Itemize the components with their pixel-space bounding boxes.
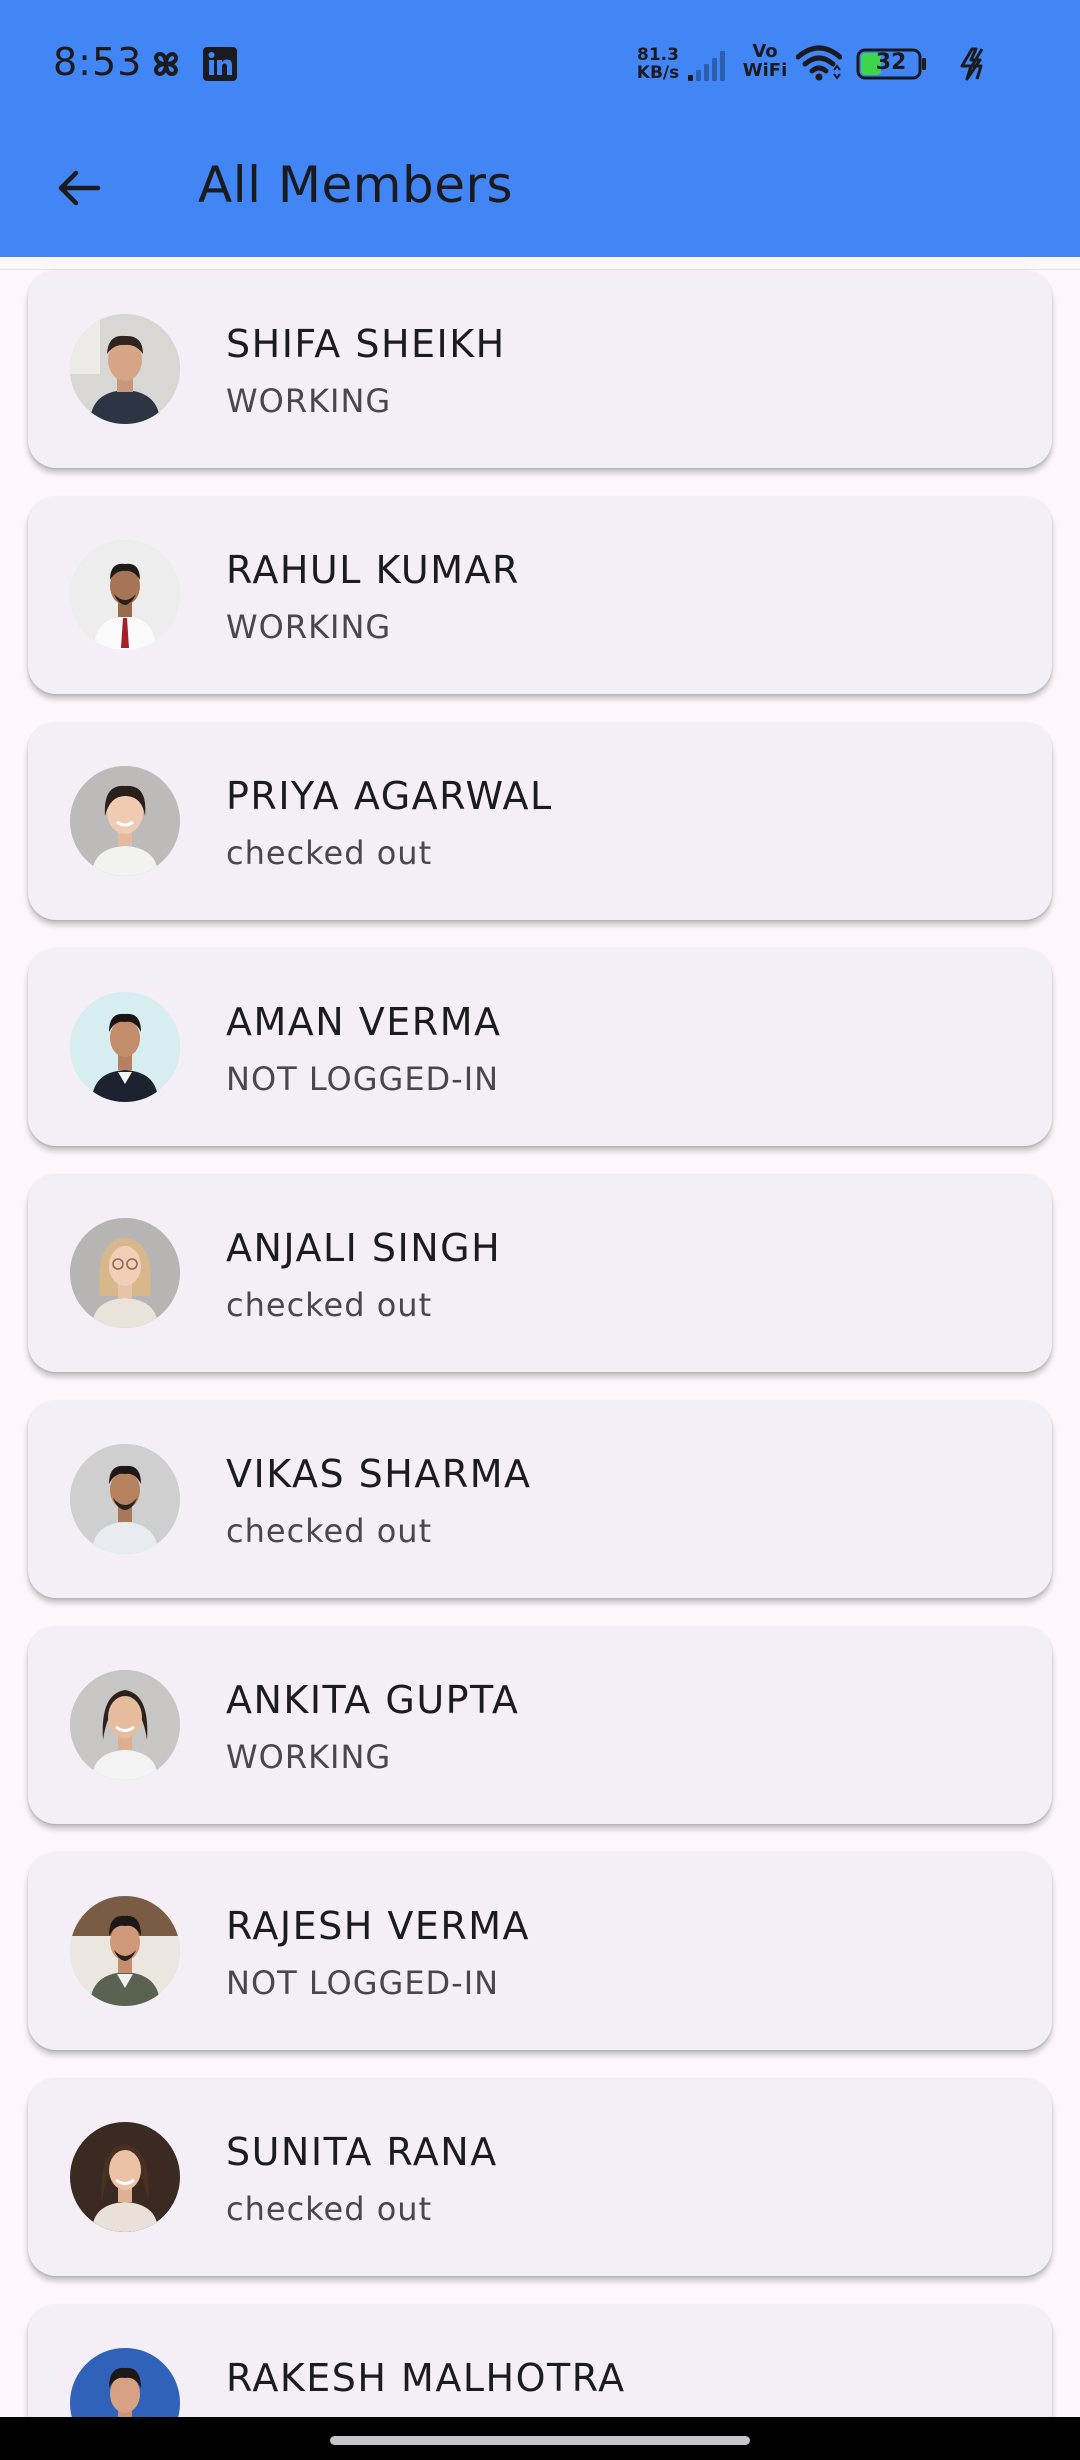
vo-label: Vo [752, 41, 778, 62]
avatar [70, 766, 180, 876]
member-name: ANKITA GUPTA [226, 1678, 520, 1722]
member-list[interactable]: SHIFA SHEIKH WORKING RAHUL KUMAR WORKING [0, 257, 1080, 2417]
home-gesture-handle[interactable] [330, 2436, 750, 2445]
member-name: RAKESH MALHOTRA [226, 2356, 626, 2400]
member-name: SHIFA SHEIKH [226, 322, 506, 366]
header: 8:53 81.3 KB/s Vo WiFi 32 All Members [0, 0, 1080, 257]
pinwheel-icon [148, 46, 184, 86]
charging-icon [958, 46, 992, 86]
vowifi-indicator: Vo WiFi [740, 42, 790, 80]
arrow-left-icon [54, 164, 102, 216]
network-speed-value: 81.3 [637, 45, 679, 65]
member-name: RAJESH VERMA [226, 1904, 531, 1948]
network-speed: 81.3 KB/s [632, 46, 684, 82]
avatar [70, 2122, 180, 2232]
member-name: VIKAS SHARMA [226, 1452, 532, 1496]
battery-icon: 32 [856, 48, 928, 84]
member-card[interactable]: AMAN VERMA NOT LOGGED-IN [28, 948, 1052, 1146]
member-status: NOT LOGGED-IN [226, 1060, 500, 1098]
wifi-icon [795, 44, 843, 86]
avatar [70, 1444, 180, 1554]
status-bar: 8:53 81.3 KB/s Vo WiFi 32 [0, 0, 1080, 128]
member-status: WORKING [226, 608, 392, 646]
member-status: checked out [226, 1512, 433, 1550]
member-name: AMAN VERMA [226, 1000, 502, 1044]
avatar [70, 992, 180, 1102]
member-name: RAHUL KUMAR [226, 548, 520, 592]
back-button[interactable] [40, 152, 116, 228]
avatar [70, 2348, 180, 2417]
member-card[interactable]: PRIYA AGARWAL checked out [28, 722, 1052, 920]
status-time: 8:53 [53, 40, 143, 84]
member-status: WORKING [226, 1738, 392, 1776]
network-speed-unit: KB/s [636, 63, 680, 83]
wifi-label: WiFi [742, 60, 788, 81]
avatar [70, 1670, 180, 1780]
member-card[interactable]: ANKITA GUPTA WORKING [28, 1626, 1052, 1824]
avatar [70, 314, 180, 424]
member-status: checked out [226, 834, 433, 872]
member-card[interactable]: RAJESH VERMA NOT LOGGED-IN [28, 1852, 1052, 2050]
gesture-nav-bar [0, 2417, 1080, 2460]
member-name: SUNITA RANA [226, 2130, 498, 2174]
member-status: checked out [226, 1286, 433, 1324]
member-card[interactable]: RAHUL KUMAR WORKING [28, 496, 1052, 694]
signal-icon [688, 46, 734, 86]
member-status: WORKING [226, 382, 392, 420]
member-name: PRIYA AGARWAL [226, 774, 553, 818]
page-title: All Members [198, 156, 514, 214]
member-card[interactable]: ANJALI SINGH checked out [28, 1174, 1052, 1372]
app-bar: All Members [0, 128, 1080, 257]
avatar [70, 1218, 180, 1328]
member-status: checked out [226, 2190, 433, 2228]
member-card[interactable]: RAKESH MALHOTRA [28, 2304, 1052, 2417]
member-card[interactable]: SUNITA RANA checked out [28, 2078, 1052, 2276]
avatar [70, 1896, 180, 2006]
member-card[interactable]: SHIFA SHEIKH WORKING [28, 270, 1052, 468]
member-name: ANJALI SINGH [226, 1226, 502, 1270]
member-card[interactable]: VIKAS SHARMA checked out [28, 1400, 1052, 1598]
battery-level: 32 [875, 50, 907, 75]
avatar [70, 540, 180, 650]
screen: 8:53 81.3 KB/s Vo WiFi 32 All Members SH… [0, 0, 1080, 2460]
member-status: NOT LOGGED-IN [226, 1964, 500, 2002]
linkedin-icon [202, 46, 238, 86]
